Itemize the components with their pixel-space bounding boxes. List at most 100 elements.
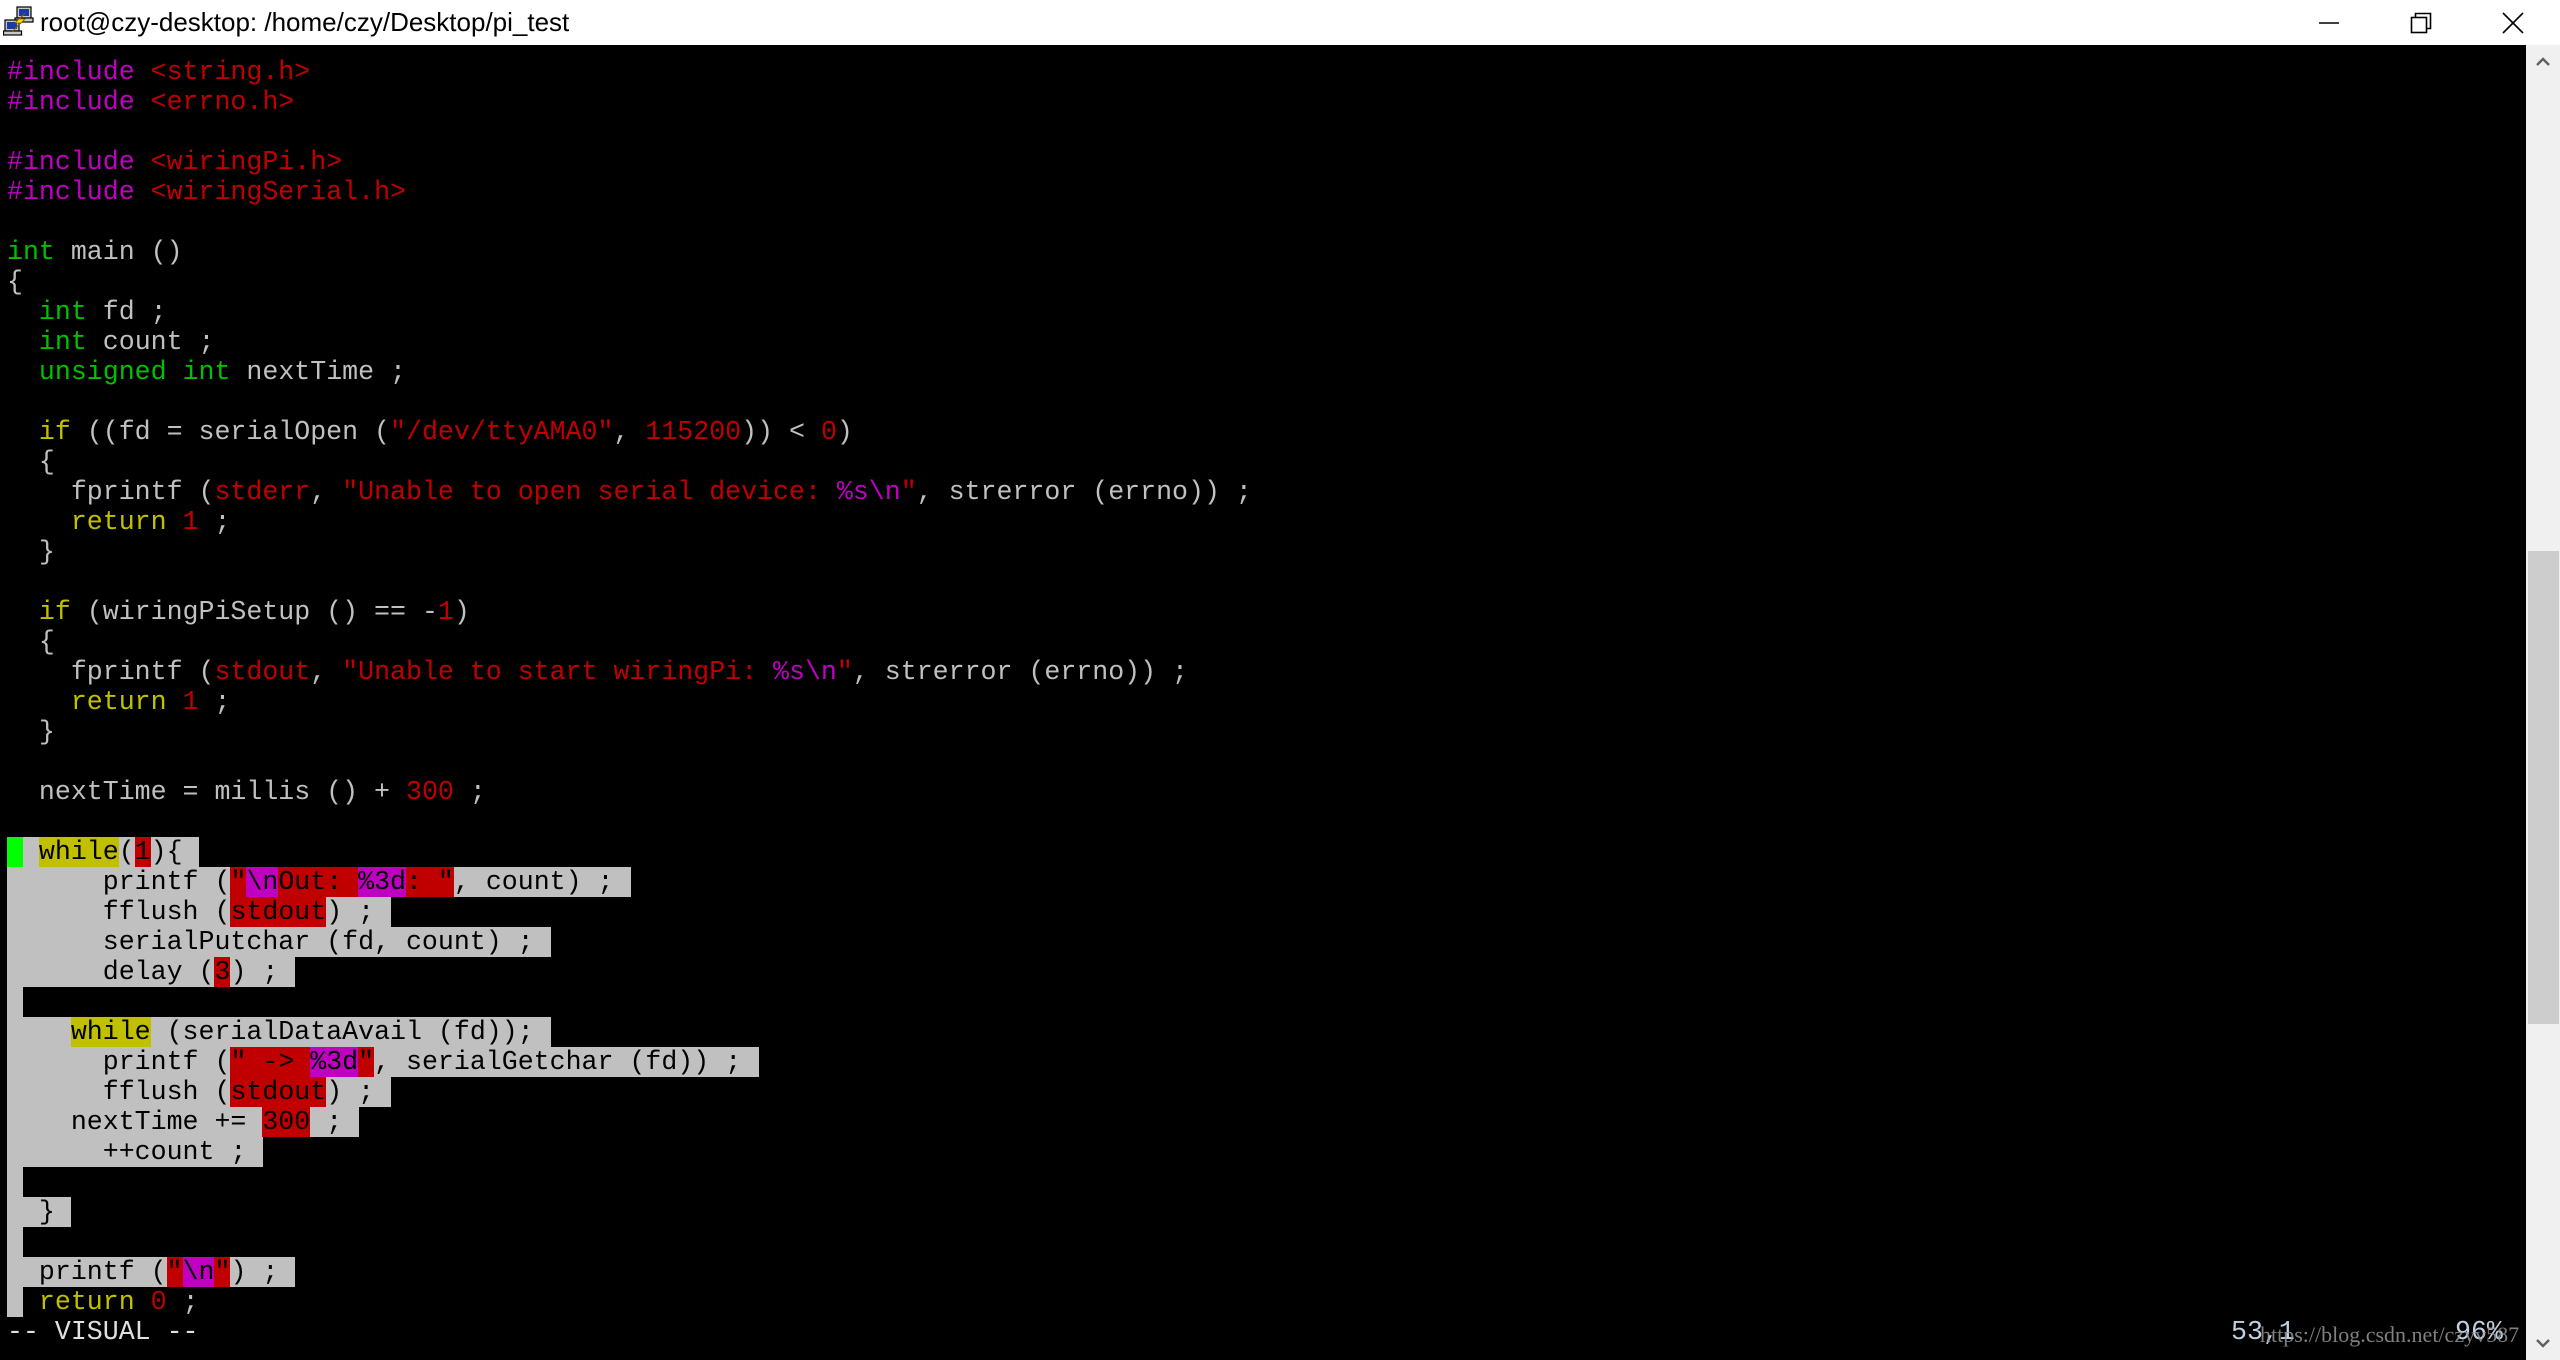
code-line[interactable]: #include <wiringPi.h> (7, 147, 342, 177)
code-token-stmt: while (70, 1017, 151, 1047)
scrollbar-thumb[interactable] (2528, 550, 2559, 1025)
code-line[interactable]: #include <errno.h> (7, 87, 294, 117)
code-token-normal (135, 177, 151, 207)
code-token-normal (167, 687, 183, 717)
code-line[interactable]: { (7, 267, 23, 297)
code-token-normal: ) ; (326, 1077, 375, 1107)
code-token-special: %3d (358, 867, 407, 897)
code-line[interactable]: return 0 ; (7, 1287, 199, 1317)
code-line[interactable]: serialPutchar (fd, count) ; (7, 927, 534, 957)
code-line[interactable]: while(1){ (7, 837, 183, 867)
terminal-area[interactable]: #include <string.h> #include <errno.h> #in… (0, 45, 2526, 1360)
scroll-up-button[interactable] (2526, 45, 2560, 79)
code-token-type: int (7, 237, 55, 267)
code-token-normal: (serialDataAvail (fd)); (150, 1017, 534, 1047)
close-icon (2502, 11, 2524, 34)
code-token-const: Out: (278, 867, 359, 897)
code-line[interactable]: printf ("\nOut: %3d: ", count) ; (7, 867, 614, 897)
code-line[interactable]: delay (3) ; (7, 957, 278, 987)
code-token-const: " (230, 867, 247, 897)
code-token-const: "Unable to open serial device: (342, 477, 837, 507)
code-token-normal: } (7, 1197, 55, 1227)
code-token-const: 115200 (645, 417, 742, 447)
code-token-normal: printf ( (7, 867, 231, 897)
code-token-const: 1 (182, 507, 199, 537)
code-line[interactable]: fflush (stdout) ; (7, 897, 374, 927)
close-button[interactable] (2467, 0, 2559, 45)
code-token-normal: nextTime += (7, 1107, 263, 1137)
code-token-const: stderr (214, 477, 311, 507)
code-token-normal: ) (836, 417, 853, 447)
code-line[interactable]: if (wiringPiSetup () == -1) (7, 597, 470, 627)
code-line[interactable]: int main () (7, 237, 183, 267)
code-line[interactable]: fprintf (stdout, "Unable to start wiring… (7, 657, 1188, 687)
code-line[interactable]: nextTime += 300 ; (7, 1107, 342, 1137)
code-token-normal: { (7, 447, 55, 477)
code-token-normal: delay ( (7, 957, 215, 987)
code-line[interactable]: { (7, 447, 55, 477)
code-line[interactable]: } (7, 537, 55, 567)
code-token-normal (135, 57, 151, 87)
code-token-const: " -> (230, 1047, 311, 1077)
code-line[interactable]: unsigned int nextTime ; (7, 357, 406, 387)
code-token-normal: (wiringPiSetup () == - (70, 597, 438, 627)
code-token-type: int (182, 357, 231, 387)
code-line[interactable]: printf ("\n") ; (7, 1257, 278, 1287)
code-token-normal (7, 357, 39, 387)
code-token-normal: { (7, 627, 55, 657)
code-line[interactable]: #include <wiringSerial.h> (7, 177, 406, 207)
code-line[interactable]: #include <string.h> (7, 57, 310, 87)
code-token-stmt: while (38, 837, 119, 867)
code-line[interactable]: int count ; (7, 327, 215, 357)
code-token-normal: nextTime = millis () + (7, 777, 406, 807)
code-token-const: " (166, 1257, 183, 1287)
code-token-normal: fflush ( (7, 897, 231, 927)
code-token-normal: ; (198, 507, 231, 537)
code-line[interactable]: return 1 ; (7, 687, 231, 717)
code-token-const: 300 (405, 777, 454, 807)
code-token-normal: ; (453, 777, 486, 807)
code-token-normal: , strerror (errno)) ; (916, 477, 1252, 507)
code-token-const: " (836, 657, 853, 687)
code-token-stmt: if (38, 417, 71, 447)
code-token-normal: fd ; (86, 297, 167, 327)
code-token-preproc: #include (7, 57, 135, 87)
code-token-const: "/dev/ttyAMA0" (390, 417, 614, 447)
code-line[interactable]: } (7, 717, 55, 747)
code-line[interactable]: ++count ; (7, 1137, 247, 1167)
code-token-const: <errno.h> (150, 87, 295, 117)
code-line[interactable]: { (7, 627, 55, 657)
code-line[interactable]: return 1 ; (7, 507, 231, 537)
code-token-special: %s\n (773, 657, 837, 687)
selection-highlight (7, 1167, 23, 1197)
code-token-normal (7, 1287, 39, 1317)
code-token-normal: , (613, 417, 646, 447)
code-line[interactable]: if ((fd = serialOpen ("/dev/ttyAMA0", 11… (7, 417, 853, 447)
code-token-normal: , strerror (errno)) ; (852, 657, 1188, 687)
code-line[interactable]: nextTime = millis () + 300 ; (7, 777, 486, 807)
code-token-const: <wiringSerial.h> (150, 177, 406, 207)
putty-icon[interactable] (3, 5, 35, 37)
watermark: https://blog.csdn.net/czyv587 (2260, 1322, 2520, 1347)
code-token-normal: fprintf ( (7, 477, 215, 507)
vertical-scrollbar[interactable] (2526, 45, 2560, 1360)
minimize-button[interactable] (2283, 0, 2375, 45)
code-line[interactable]: } (7, 1197, 55, 1227)
code-token-normal (167, 507, 183, 537)
code-token-normal (135, 87, 151, 117)
code-line[interactable]: while (serialDataAvail (fd)); (7, 1017, 534, 1047)
code-token-stmt: return (70, 687, 167, 717)
restore-button[interactable] (2375, 0, 2467, 45)
scroll-down-button[interactable] (2526, 1326, 2560, 1360)
selection-highlight (7, 1227, 23, 1257)
code-token-normal: printf ( (7, 1047, 231, 1077)
code-token-special: %s\n (836, 477, 901, 507)
code-line[interactable]: printf (" -> %3d", serialGetchar (fd)) ; (7, 1047, 741, 1077)
code-token-normal: ++count ; (7, 1137, 247, 1167)
code-line[interactable]: int fd ; (7, 297, 167, 327)
code-line[interactable]: fprintf (stderr, "Unable to open serial … (7, 477, 1252, 507)
code-token-const: " (900, 477, 917, 507)
code-token-normal: ; (198, 687, 231, 717)
code-line[interactable]: fflush (stdout) ; (7, 1077, 374, 1107)
code-token-const: 1 (437, 597, 454, 627)
